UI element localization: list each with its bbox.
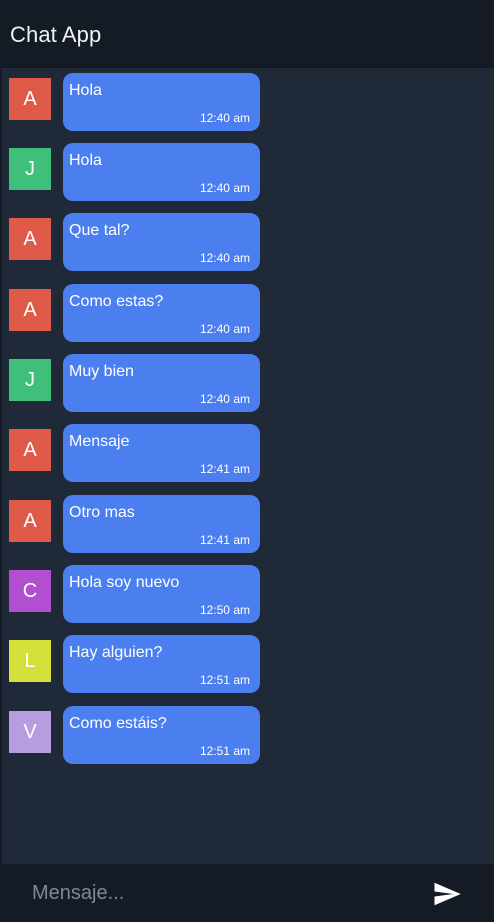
avatar: A	[9, 500, 51, 542]
message-text: Hola soy nuevo	[69, 574, 180, 591]
avatar: A	[9, 218, 51, 260]
message-time: 12:41 am	[199, 462, 250, 476]
message-input[interactable]	[20, 874, 422, 912]
message-text: Hola	[69, 152, 102, 169]
message-bubble: Hola soy nuevo 12:50 am	[63, 565, 260, 623]
message-row: L Hay alguien? 12:51 am	[2, 630, 494, 693]
message-time: 12:40 am	[199, 181, 250, 195]
app-header: Chat App	[0, 0, 494, 68]
message-row: A Como estas? 12:40 am	[2, 279, 494, 342]
send-icon	[434, 882, 461, 906]
message-time: 12:40 am	[199, 392, 250, 406]
message-list[interactable]: A Hola 12:40 am J Hola 12:40 am A Que ta…	[0, 68, 494, 864]
message-bubble: Como estas? 12:40 am	[63, 284, 260, 342]
message-time: 12:50 am	[199, 603, 250, 617]
message-bubble: Otro mas 12:41 am	[63, 495, 260, 553]
message-text: Como estáis?	[69, 715, 167, 732]
avatar: A	[9, 78, 51, 120]
message-row: J Muy bien 12:40 am	[2, 349, 494, 412]
message-row: A Mensaje 12:41 am	[2, 419, 494, 482]
message-composer	[0, 864, 494, 922]
message-time: 12:40 am	[199, 111, 250, 125]
avatar: J	[9, 148, 51, 190]
message-time: 12:41 am	[199, 533, 250, 547]
message-row: V Como estáis? 12:51 am	[2, 701, 494, 764]
message-bubble: Mensaje 12:41 am	[63, 424, 260, 482]
message-text: Muy bien	[69, 363, 134, 380]
message-time: 12:51 am	[199, 673, 250, 687]
message-time: 12:40 am	[199, 322, 250, 336]
chat-app: Chat App A Hola 12:40 am J Hola 12:40 am…	[0, 0, 494, 922]
avatar: L	[9, 640, 51, 682]
send-button[interactable]	[430, 879, 464, 909]
app-title: Chat App	[10, 22, 102, 47]
message-bubble: Como estáis? 12:51 am	[63, 706, 260, 764]
avatar: J	[9, 359, 51, 401]
message-text: Otro mas	[69, 504, 135, 521]
avatar: V	[9, 711, 51, 753]
message-text: Hola	[69, 82, 102, 99]
message-row: A Hola 12:40 am	[2, 68, 494, 131]
avatar: A	[9, 429, 51, 471]
avatar: C	[9, 570, 51, 612]
message-bubble: Que tal? 12:40 am	[63, 213, 260, 271]
message-row: A Que tal? 12:40 am	[2, 208, 494, 271]
message-time: 12:51 am	[199, 744, 250, 758]
message-row: C Hola soy nuevo 12:50 am	[2, 560, 494, 623]
message-time: 12:40 am	[199, 251, 250, 265]
message-text: Que tal?	[69, 222, 130, 239]
message-bubble: Hola 12:40 am	[63, 73, 260, 131]
message-bubble: Hay alguien? 12:51 am	[63, 635, 260, 693]
message-bubble: Hola 12:40 am	[63, 143, 260, 201]
message-row: J Hola 12:40 am	[2, 138, 494, 201]
message-text: Hay alguien?	[69, 644, 163, 661]
avatar: A	[9, 289, 51, 331]
message-row: A Otro mas 12:41 am	[2, 490, 494, 553]
message-bubble: Muy bien 12:40 am	[63, 354, 260, 412]
message-text: Mensaje	[69, 433, 130, 450]
message-text: Como estas?	[69, 293, 164, 310]
